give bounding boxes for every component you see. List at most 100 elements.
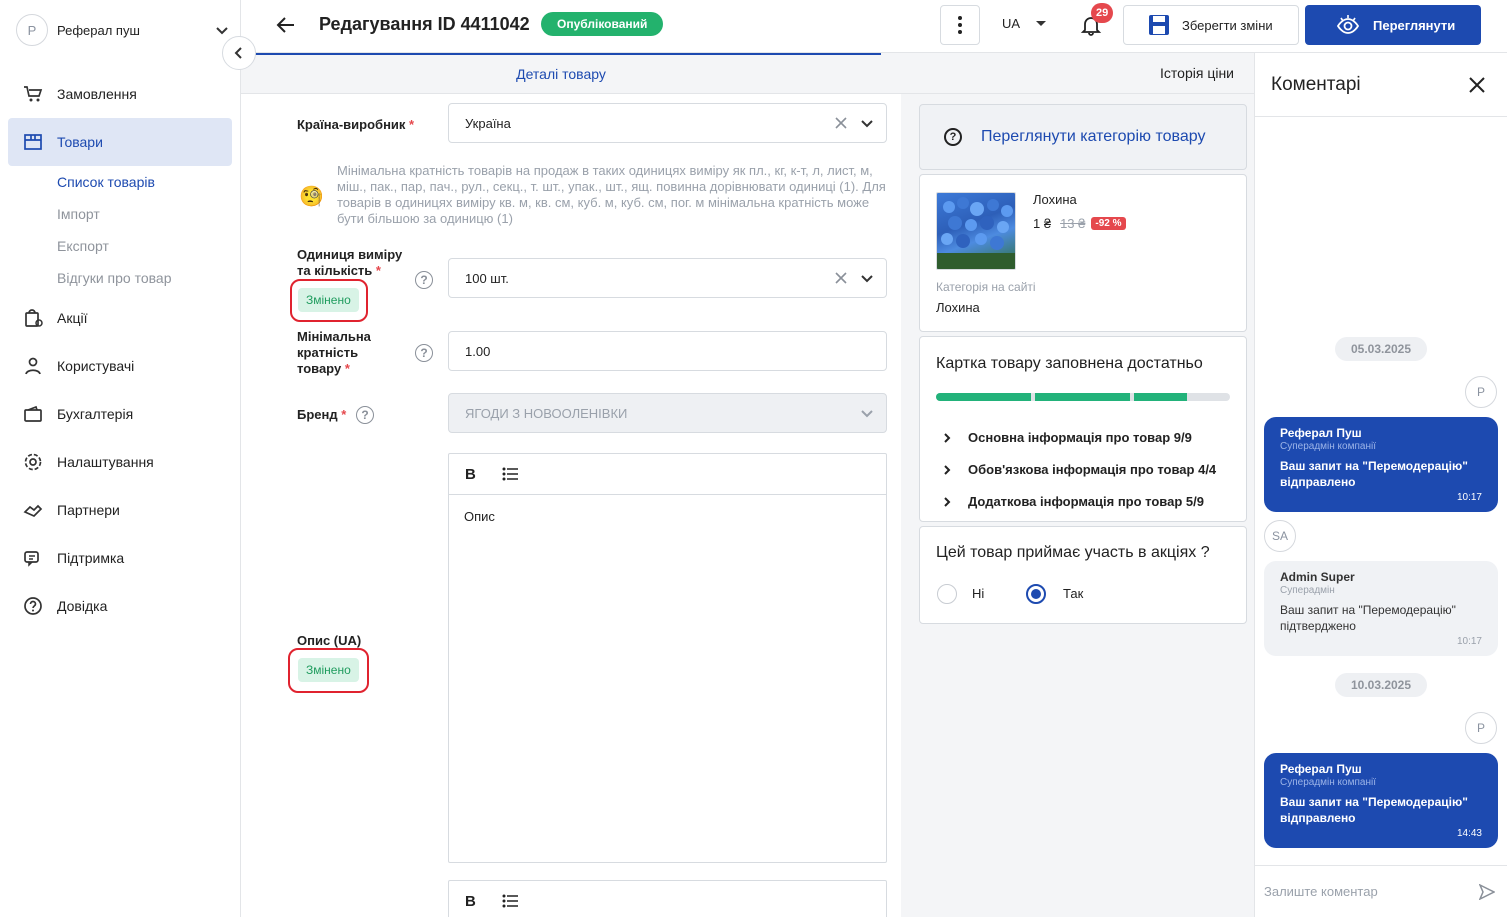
subnav-product-list[interactable]: Список товарів xyxy=(57,166,232,198)
promo-yes-label: Так xyxy=(1063,586,1084,601)
comment-placeholder: Залиште коментар xyxy=(1264,884,1378,899)
unit-label: Одиниця виміру та кількість * xyxy=(297,247,407,279)
collapse-sidebar-button[interactable] xyxy=(222,36,256,70)
sidebar-item-label: Довідка xyxy=(57,598,108,614)
min-multiplicity-input[interactable]: 1.00 xyxy=(448,331,887,371)
users-icon xyxy=(22,355,44,377)
view-category-link[interactable]: ? Переглянути категорію товару xyxy=(919,104,1247,170)
sidebar: Р Реферал пуш Замовлення Товари Список т… xyxy=(0,0,241,917)
completeness-row-main[interactable]: Основна інформація про товар 9/9 xyxy=(942,430,1192,445)
account-switcher[interactable]: Р Реферал пуш xyxy=(16,12,230,48)
min-multiplicity-value: 1.00 xyxy=(465,343,491,359)
promo-icon xyxy=(22,307,44,329)
comment-message: Реферал Пуш Суперадмін компанії Ваш запи… xyxy=(1264,753,1498,848)
required-mark: * xyxy=(341,407,347,422)
status-badge: Опублікований xyxy=(541,12,664,36)
preview-button-label: Переглянути xyxy=(1373,17,1456,33)
sidebar-item-users[interactable]: Користувачі xyxy=(8,342,232,390)
highlight-circle xyxy=(288,648,369,693)
chevron-down-icon xyxy=(216,27,228,35)
country-select[interactable]: Україна xyxy=(448,103,887,143)
unit-quantity-value: 100 шт. xyxy=(465,270,509,286)
notification-count-badge: 29 xyxy=(1091,3,1114,23)
date-separator: 10.03.2025 xyxy=(1335,673,1427,697)
more-menu-button[interactable] xyxy=(940,5,980,45)
comment-message: Admin Super Суперадмін Ваш запит на "Пер… xyxy=(1264,561,1498,656)
subnav-export[interactable]: Експорт xyxy=(57,230,232,262)
sidebar-item-accounting[interactable]: Бухгалтерія xyxy=(8,390,232,438)
sidebar-item-promotions[interactable]: Акції xyxy=(8,294,232,342)
sidebar-item-products[interactable]: Товари xyxy=(8,118,232,166)
comment-message: Реферал Пуш Суперадмін компанії Ваш запи… xyxy=(1264,417,1498,512)
tab-price-history[interactable]: Історія ціни xyxy=(881,53,1254,94)
sidebar-item-help[interactable]: Довідка xyxy=(8,582,232,630)
min-label-line1: Мінімальна xyxy=(297,329,371,344)
chevron-down-icon xyxy=(861,275,873,283)
sidebar-item-label: Бухгалтерія xyxy=(57,406,134,422)
bold-button[interactable]: B xyxy=(465,466,476,483)
promo-no-radio[interactable] xyxy=(937,584,957,604)
tab-product-details[interactable]: Деталі товару xyxy=(241,53,881,94)
close-icon[interactable] xyxy=(1467,75,1487,95)
comment-input[interactable]: Залиште коментар xyxy=(1255,865,1507,917)
chevron-right-icon xyxy=(944,432,951,443)
sidebar-item-orders[interactable]: Замовлення xyxy=(8,70,232,118)
required-mark: * xyxy=(375,263,381,278)
sidebar-item-support[interactable]: Підтримка xyxy=(8,534,232,582)
comment-text: Ваш запит на "Перемодерацію" відправлено xyxy=(1280,459,1468,489)
progress-segment xyxy=(1134,393,1187,401)
subnav-import[interactable]: Імпорт xyxy=(57,198,232,230)
unit-label-line2: та кількість xyxy=(297,263,373,278)
editor-toolbar: B xyxy=(449,881,886,917)
sidebar-item-label: Товари xyxy=(57,134,103,150)
brand-value: ЯГОДИ З НОВООЛЕНІВКИ xyxy=(465,405,628,421)
bullet-list-icon[interactable] xyxy=(502,894,518,908)
sidebar-item-settings[interactable]: Налаштування xyxy=(8,438,232,486)
clear-icon[interactable] xyxy=(834,271,848,285)
avatar: Р xyxy=(16,14,48,46)
help-icon[interactable]: ? xyxy=(415,344,433,362)
comment-text: Ваш запит на "Перемодерацію" відправлено xyxy=(1280,795,1468,825)
country-label: Країна-виробник * xyxy=(297,117,414,133)
country-value: Україна xyxy=(465,115,511,131)
sidebar-item-label: Користувачі xyxy=(57,358,135,374)
min-label-line2: кратність xyxy=(297,345,359,360)
blueberry-image-icon xyxy=(937,197,1015,269)
required-mark: * xyxy=(409,117,415,132)
back-arrow-icon[interactable] xyxy=(275,14,297,36)
subnav-reviews[interactable]: Відгуки про товар xyxy=(57,262,232,294)
save-button[interactable]: Зберегти зміни xyxy=(1123,5,1299,45)
floppy-disk-icon xyxy=(1149,15,1169,35)
comment-time: 14:43 xyxy=(1456,828,1482,839)
completeness-row-label: Обов'язкова інформація про товар 4/4 xyxy=(968,462,1217,477)
current-price: 1 ₴ xyxy=(1033,216,1052,231)
sidebar-nav: Замовлення Товари Список товарів Імпорт … xyxy=(8,70,232,630)
help-icon[interactable]: ? xyxy=(415,271,433,289)
promo-yes-radio[interactable] xyxy=(1026,584,1046,604)
product-form: Країна-виробник * Україна 🧐 Мінімальна к… xyxy=(241,94,901,917)
preview-button[interactable]: Переглянути xyxy=(1305,5,1481,45)
description-editor[interactable]: B Опис xyxy=(448,453,887,863)
send-icon[interactable] xyxy=(1479,884,1495,900)
help-icon[interactable]: ? xyxy=(356,406,374,424)
sidebar-item-partners[interactable]: Партнери xyxy=(8,486,232,534)
bullet-list-icon[interactable] xyxy=(502,467,518,481)
completeness-row-required[interactable]: Обов'язкова інформація про товар 4/4 xyxy=(942,462,1216,477)
description-text[interactable]: Опис xyxy=(449,495,886,538)
product-name: Лохина xyxy=(1033,192,1077,207)
description-editor-2[interactable]: B xyxy=(448,880,887,917)
view-category-label[interactable]: Переглянути категорію товару xyxy=(981,128,1205,146)
completeness-row-extra[interactable]: Додаткова інформація про товар 5/9 xyxy=(942,494,1204,509)
chevron-right-icon xyxy=(944,464,951,475)
required-mark: * xyxy=(344,361,350,376)
unit-quantity-select[interactable]: 100 шт. xyxy=(448,258,887,298)
sidebar-item-label: Підтримка xyxy=(57,550,125,566)
language-select[interactable]: UA xyxy=(1002,16,1047,31)
min-multiplicity-label: Мінімальна кратність товару * xyxy=(297,329,371,377)
comment-author: Реферал Пуш xyxy=(1280,426,1362,440)
completeness-card: Картка товару заповнена достатньо Основн… xyxy=(919,336,1247,522)
bold-button[interactable]: B xyxy=(465,893,476,910)
promo-title: Цей товар приймає участь в акціях ? xyxy=(936,544,1210,561)
products-subnav: Список товарів Імпорт Експорт Відгуки пр… xyxy=(8,166,232,294)
clear-icon[interactable] xyxy=(834,116,848,130)
